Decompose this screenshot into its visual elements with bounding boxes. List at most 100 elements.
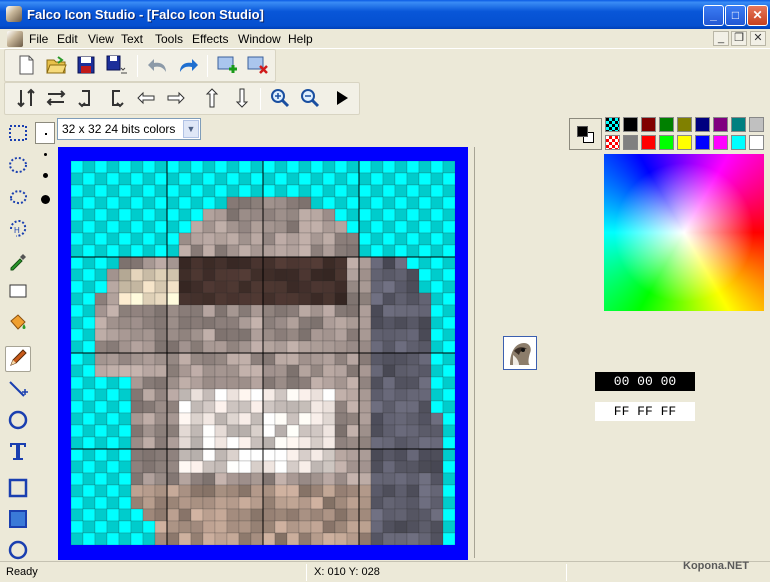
pixel-cell[interactable] (106, 520, 120, 534)
pixel-cell[interactable] (82, 376, 96, 390)
pixel-cell[interactable] (238, 292, 252, 306)
pixel-cell[interactable] (298, 280, 312, 294)
pixel-cell[interactable] (94, 340, 108, 354)
pixel-cell[interactable] (430, 184, 444, 198)
pixel-cell[interactable] (286, 340, 300, 354)
pixel-cell[interactable] (394, 340, 408, 354)
pixel-cell[interactable] (274, 484, 288, 498)
pixel-cell[interactable] (430, 436, 444, 450)
pixel-cell[interactable] (430, 340, 444, 354)
pixel-cell[interactable] (346, 352, 360, 366)
pixel-cell[interactable] (250, 472, 264, 486)
pixel-cell[interactable] (82, 364, 96, 378)
pixel-cell[interactable] (358, 460, 372, 474)
pixel-cell[interactable] (358, 424, 372, 438)
pixel-cell[interactable] (310, 304, 324, 318)
pixel-cell[interactable] (226, 292, 240, 306)
brush-size-small-dot[interactable] (44, 153, 47, 156)
pixel-cell[interactable] (202, 232, 216, 246)
pixel-cell[interactable] (310, 508, 324, 522)
icon-preview[interactable] (503, 336, 537, 370)
pixel-cell[interactable] (190, 448, 204, 462)
pixel-cell[interactable] (226, 424, 240, 438)
pixel-cell[interactable] (226, 436, 240, 450)
pixel-cell[interactable] (382, 412, 396, 426)
pixel-cell[interactable] (238, 424, 252, 438)
pixel-cell[interactable] (406, 161, 420, 174)
pixel-cell[interactable] (346, 280, 360, 294)
pixel-cell[interactable] (298, 172, 312, 186)
pixel-cell[interactable] (250, 448, 264, 462)
pixel-cell[interactable] (274, 364, 288, 378)
pixel-cell[interactable] (71, 161, 84, 174)
pixel-cell[interactable] (238, 448, 252, 462)
pixel-cell[interactable] (346, 520, 360, 534)
pixel-cell[interactable] (442, 400, 455, 414)
mdi-restore-button[interactable]: ❐ (731, 31, 747, 46)
pixel-cell[interactable] (442, 364, 455, 378)
pixel-cell[interactable] (322, 256, 336, 270)
pixel-cell[interactable] (226, 508, 240, 522)
pixel-cell[interactable] (214, 520, 228, 534)
pixel-cell[interactable] (406, 496, 420, 510)
save-icon[interactable] (73, 54, 99, 78)
pixel-cell[interactable] (154, 436, 168, 450)
pixel-cell[interactable] (286, 424, 300, 438)
pixel-cell[interactable] (130, 340, 144, 354)
pixel-cell[interactable] (142, 472, 156, 486)
pixel-cell[interactable] (130, 364, 144, 378)
pixel-cell[interactable] (370, 376, 384, 390)
pixel-cell[interactable] (106, 328, 120, 342)
pixel-cell[interactable] (82, 196, 96, 210)
pixel-cell[interactable] (190, 208, 204, 222)
pixel-cell[interactable] (262, 448, 276, 462)
pixel-cell[interactable] (406, 328, 420, 342)
palette-swatch[interactable] (605, 117, 620, 132)
pixel-cell[interactable] (418, 328, 432, 342)
pixel-cell[interactable] (262, 364, 276, 378)
pixel-cell[interactable] (346, 244, 360, 258)
pixel-cell[interactable] (190, 268, 204, 282)
pixel-cell[interactable] (358, 376, 372, 390)
pixel-cell[interactable] (202, 292, 216, 306)
pixel-cell[interactable] (418, 172, 432, 186)
pixel-cell[interactable] (334, 268, 348, 282)
pixel-cell[interactable] (274, 244, 288, 258)
pixel-cell[interactable] (190, 400, 204, 414)
pixel-cell[interactable] (382, 520, 396, 534)
new-icon[interactable] (13, 54, 39, 78)
pixel-cell[interactable] (250, 268, 264, 282)
pixel-cell[interactable] (202, 280, 216, 294)
pixel-cell[interactable] (130, 448, 144, 462)
pixel-cell[interactable] (130, 436, 144, 450)
pixel-cell[interactable] (382, 244, 396, 258)
pixel-cell[interactable] (382, 196, 396, 210)
pixel-cell[interactable] (346, 388, 360, 402)
pixel-cell[interactable] (310, 220, 324, 234)
add-image-icon[interactable] (215, 54, 241, 78)
pixel-cell[interactable] (190, 532, 204, 545)
pixel-cell[interactable] (298, 424, 312, 438)
pixel-cell[interactable] (94, 508, 108, 522)
pixel-cell[interactable] (226, 340, 240, 354)
pixel-cell[interactable] (142, 196, 156, 210)
pixel-cell[interactable] (166, 364, 180, 378)
pixel-cell[interactable] (238, 268, 252, 282)
pixel-cell[interactable] (142, 364, 156, 378)
pixel-cell[interactable] (394, 520, 408, 534)
pixel-cell[interactable] (118, 208, 132, 222)
pixel-cell[interactable] (250, 292, 264, 306)
pixel-cell[interactable] (394, 244, 408, 258)
pixel-cell[interactable] (274, 161, 288, 174)
pixel-cell[interactable] (214, 208, 228, 222)
pixel-cell[interactable] (106, 172, 120, 186)
pixel-cell[interactable] (154, 304, 168, 318)
pixel-cell[interactable] (71, 388, 84, 402)
pixel-cell[interactable] (226, 304, 240, 318)
pixel-cell[interactable] (226, 328, 240, 342)
pixel-cell[interactable] (358, 532, 372, 545)
pixel-cell[interactable] (262, 232, 276, 246)
pixel-cell[interactable] (346, 496, 360, 510)
pixel-cell[interactable] (178, 472, 192, 486)
pixel-cell[interactable] (250, 184, 264, 198)
